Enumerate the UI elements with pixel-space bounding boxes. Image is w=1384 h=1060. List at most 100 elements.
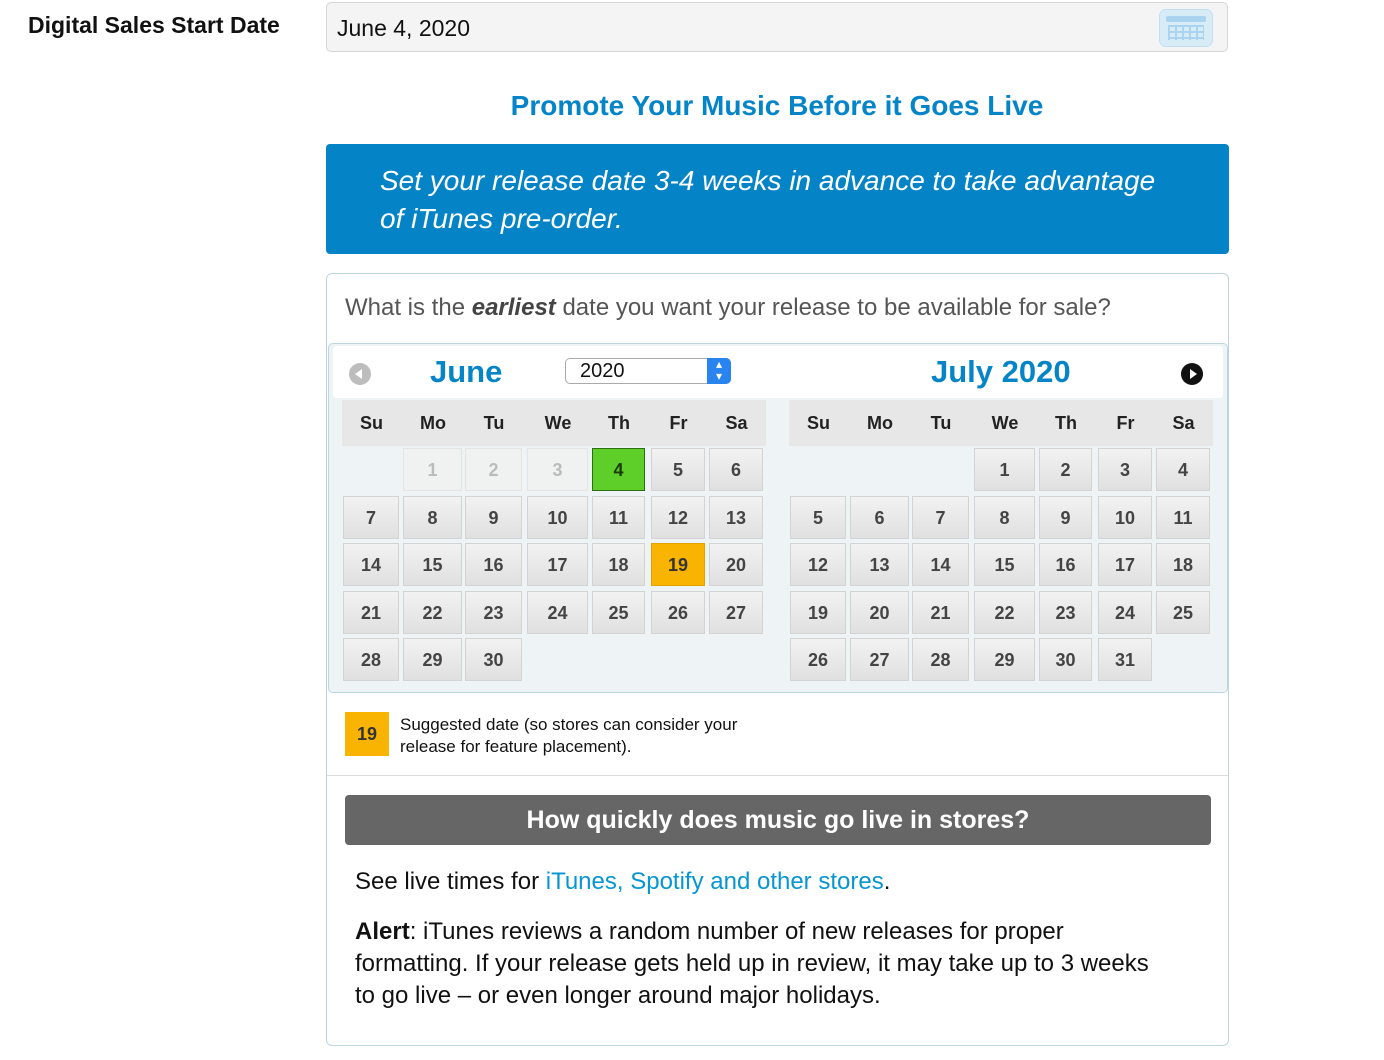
calendar-day[interactable]: 10: [1098, 495, 1152, 539]
calendar-day[interactable]: 23: [465, 590, 522, 634]
calendar-day[interactable]: 18: [592, 543, 645, 586]
year-select-value: 2020: [580, 360, 625, 382]
calendar-day[interactable]: 13: [850, 543, 909, 586]
calendar-icon[interactable]: [1159, 9, 1213, 47]
calendar-day: 1: [403, 448, 462, 491]
live-times-text: See live times for iTunes, Spotify and o…: [355, 868, 891, 895]
calendar-day[interactable]: 3: [1098, 448, 1152, 491]
calendar-day[interactable]: 7: [343, 495, 399, 539]
calendar-day[interactable]: 21: [343, 590, 399, 634]
calendar-day[interactable]: 26: [790, 638, 846, 681]
calendar-day[interactable]: 2: [1039, 448, 1092, 491]
calendar-day[interactable]: 26: [651, 590, 705, 634]
calendar-day[interactable]: 10: [527, 495, 588, 539]
calendar-day[interactable]: 17: [527, 543, 588, 586]
calendar-day[interactable]: 15: [403, 543, 462, 586]
weekday-mo: Mo: [867, 413, 893, 433]
calendar-day[interactable]: 6: [709, 448, 763, 491]
calendar-day[interactable]: 25: [592, 590, 645, 634]
weekday-sa: Sa: [1172, 413, 1195, 433]
calendar-day[interactable]: 23: [1039, 590, 1092, 634]
weekday-th: Th: [1055, 413, 1077, 433]
promo-title: Promote Your Music Before it Goes Live: [510, 90, 1044, 121]
go-live-button[interactable]: How quickly does music go live in stores…: [345, 795, 1211, 845]
question-emphasis: earliest: [471, 294, 556, 321]
calendar-day[interactable]: 16: [1039, 543, 1092, 586]
calendar-day[interactable]: 5: [651, 448, 705, 491]
calendar-day[interactable]: 20: [709, 543, 763, 586]
calendar-day[interactable]: 11: [1156, 495, 1210, 539]
calendar-day[interactable]: 15: [974, 543, 1035, 586]
calendar-day[interactable]: 12: [790, 543, 846, 586]
calendar-day[interactable]: 28: [343, 638, 399, 681]
calendar-day[interactable]: 24: [1098, 590, 1152, 634]
weekday-su: Su: [359, 413, 383, 433]
weekday-th: Th: [608, 413, 630, 433]
weekday-we: We: [544, 413, 572, 433]
calendar-day[interactable]: 24: [527, 590, 588, 634]
weekday-fr: Fr: [1116, 413, 1135, 433]
calendar-day[interactable]: 14: [912, 543, 969, 586]
calendar: June 2020 ▴ ▾ July 2020 Su Mo Tu We Th Fr Sa 1 2 3…: [328, 343, 1228, 693]
calendar-day[interactable]: 1: [974, 448, 1035, 491]
calendar-day[interactable]: 29: [974, 638, 1035, 681]
calendar-day[interactable]: 20: [850, 590, 909, 634]
prev-arrow-icon[interactable]: [349, 363, 371, 385]
weekday-mo: Mo: [420, 413, 446, 433]
weekday-tu: Tu: [483, 413, 505, 433]
calendar-day[interactable]: 21: [912, 590, 969, 634]
calendar-day[interactable]: 30: [465, 638, 522, 681]
weekday-tu: Tu: [930, 413, 952, 433]
calendar-day: 2: [465, 448, 522, 491]
calendar-day[interactable]: 19: [790, 590, 846, 634]
calendar-day[interactable]: 25: [1156, 590, 1210, 634]
calendar-day[interactable]: 27: [850, 638, 909, 681]
calendar-day[interactable]: 6: [850, 495, 909, 539]
calendar-day[interactable]: 12: [651, 495, 705, 539]
weekday-su: Su: [806, 413, 830, 433]
alert-label: Alert: [355, 918, 410, 945]
calendar-day[interactable]: 14: [343, 543, 399, 586]
calendar-day[interactable]: 29: [403, 638, 462, 681]
calendar-day[interactable]: 8: [403, 495, 462, 539]
live-times-link[interactable]: iTunes, Spotify and other stores: [546, 868, 884, 895]
calendar-header: June 2020 ▴ ▾ July 2020: [333, 346, 1223, 398]
calendar-day[interactable]: 9: [1039, 495, 1092, 539]
calendar-day[interactable]: 18: [1156, 543, 1210, 586]
calendar-day[interactable]: 28: [912, 638, 969, 681]
calendar-day[interactable]: 7: [912, 495, 969, 539]
weekday-sa: Sa: [725, 413, 748, 433]
calendar-day[interactable]: 30: [1039, 638, 1092, 681]
calendar-day[interactable]: 9: [465, 495, 522, 539]
next-arrow-icon[interactable]: [1181, 363, 1203, 385]
calendar-day[interactable]: 13: [709, 495, 763, 539]
date-input[interactable]: June 4, 2020: [326, 2, 1228, 52]
calendar-day[interactable]: 4: [1156, 448, 1210, 491]
divider: [327, 775, 1228, 776]
calendar-day[interactable]: 8: [974, 495, 1035, 539]
suggested-legend-swatch: 19: [345, 712, 389, 756]
month-title-june: June: [430, 354, 503, 389]
calendar-day[interactable]: 16: [465, 543, 522, 586]
promo-banner: Set your release date 3-4 weeks in advan…: [326, 144, 1229, 254]
calendar-day[interactable]: 22: [403, 590, 462, 634]
month-title-july: July 2020: [931, 354, 1071, 389]
year-select[interactable]: 2020 ▴ ▾: [565, 358, 731, 384]
field-label: Digital Sales Start Date: [28, 12, 280, 38]
calendar-day[interactable]: 31: [1098, 638, 1152, 681]
calendar-day: 3: [527, 448, 588, 491]
date-question: What is the earliest date you want your …: [345, 294, 1111, 321]
calendar-day[interactable]: 17: [1098, 543, 1152, 586]
suggested-day[interactable]: 19: [651, 543, 705, 586]
weekday-fr: Fr: [669, 413, 688, 433]
calendar-day[interactable]: 22: [974, 590, 1035, 634]
calendar-day[interactable]: 11: [592, 495, 645, 539]
calendar-day[interactable]: 5: [790, 495, 846, 539]
suggested-legend-text: Suggested date (so stores can consider y…: [400, 715, 738, 756]
alert-text: Alert: iTunes reviews a random number of…: [355, 918, 1149, 1009]
selected-day[interactable]: 4: [592, 448, 645, 491]
date-picker-card: What is the earliest date you want your …: [326, 273, 1229, 1046]
date-value: June 4, 2020: [337, 15, 471, 41]
weekday-we: We: [991, 413, 1019, 433]
calendar-day[interactable]: 27: [709, 590, 763, 634]
